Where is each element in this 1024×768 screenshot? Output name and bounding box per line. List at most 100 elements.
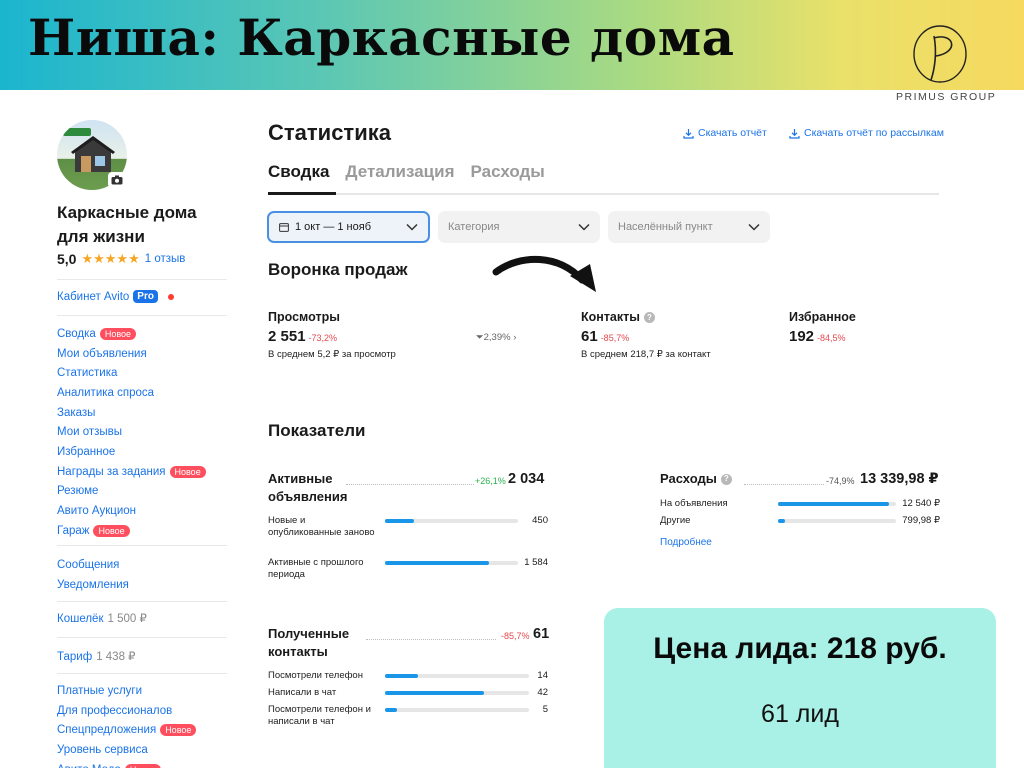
tab-summary[interactable]: Сводка: [268, 162, 329, 182]
contacts-sub: В среднем 218,7 ₽ за контакт: [581, 349, 711, 360]
sidebar-item[interactable]: Мои объявления: [57, 344, 206, 364]
new-badge: Новое: [160, 724, 197, 737]
sidebar-item-label: Заказы: [57, 406, 96, 419]
row-value: 450: [532, 515, 548, 526]
row-label: Активные с прошлого периода: [268, 557, 364, 580]
funnel-views[interactable]: Просмотры 2 551 -73,2% В среднем 5,2 ₽ за…: [268, 310, 396, 360]
contacts-value: 61: [581, 328, 598, 345]
sidebar-item-label: Гараж: [57, 524, 90, 537]
sidebar-item[interactable]: Для профессионалов: [57, 701, 196, 721]
city-select[interactable]: Населённый пункт: [608, 211, 770, 243]
more-link[interactable]: Подробнее: [660, 537, 712, 548]
filter-funnel-icon: ⏷: [476, 332, 484, 343]
progress-fill: [385, 519, 414, 523]
sidebar-item-tariff[interactable]: Тариф 1 438 ₽: [57, 649, 135, 663]
progress-track: [778, 502, 896, 506]
new-badge: Новое: [99, 327, 137, 340]
sidebar-item[interactable]: Заказы: [57, 403, 206, 423]
sidebar-item-label: Платные услуги: [57, 684, 143, 697]
tab-expenses[interactable]: Расходы: [471, 162, 545, 182]
calendar-icon: [279, 223, 289, 232]
download-mailing-link[interactable]: Скачать отчёт по рассылкам: [789, 127, 944, 139]
sidebar-item[interactable]: Сводка Новое: [57, 324, 206, 344]
category-select[interactable]: Категория: [438, 211, 600, 243]
row-label: Другие: [660, 515, 691, 526]
camera-icon[interactable]: [108, 172, 126, 188]
progress-fill: [385, 691, 484, 695]
star-icons: ★★★★★: [81, 251, 140, 266]
divider: [57, 601, 227, 602]
active-listings-delta: +26,1%: [475, 476, 506, 486]
pro-badge: Pro: [133, 290, 158, 303]
funnel-title: Воронка продаж: [268, 260, 408, 279]
sidebar-item[interactable]: Избранное: [57, 442, 206, 462]
expenses-title: Расходы: [660, 471, 717, 486]
sidebar-item[interactable]: Платные услуги: [57, 681, 196, 701]
views-value: 2 551: [268, 328, 306, 345]
row-label: Новые и опубликованные заново: [268, 515, 375, 538]
sidebar-item-label: Сводка: [57, 327, 96, 340]
views-delta: -73,2%: [308, 333, 338, 343]
sidebar-item-label: Уведомления: [57, 578, 129, 591]
chevron-down-icon: [406, 223, 418, 231]
favorites-delta: -84,5%: [817, 333, 846, 343]
sidebar-item[interactable]: Мои отзывы: [57, 422, 206, 442]
sidebar-item[interactable]: Статистика: [57, 363, 206, 383]
sidebar-nav-messages: Сообщения Уведомления: [57, 555, 129, 594]
reviews-link[interactable]: 1 отзыв: [145, 253, 186, 265]
sidebar-item-label: Статистика: [57, 367, 118, 380]
sidebar-item-label: Награды за задания: [57, 465, 166, 478]
rating-value: 5,0: [57, 251, 77, 267]
new-badge: Новое: [124, 763, 162, 768]
tab-bar: Сводка Детализация Расходы: [268, 162, 545, 182]
favorites-label: Избранное: [789, 310, 856, 324]
dotted-leader: [346, 484, 474, 485]
sidebar-item[interactable]: Уровень сервиса: [57, 740, 196, 760]
progress-fill: [778, 519, 785, 523]
info-icon[interactable]: ?: [643, 311, 655, 323]
sidebar-item-wallet[interactable]: Кошелёк 1 500 ₽: [57, 611, 147, 625]
indicators-title: Показатели: [268, 421, 366, 440]
cabinet-link[interactable]: Кабинет Avito Pro: [57, 290, 174, 303]
tariff-value: 1 438 ₽: [96, 651, 136, 663]
row-value: 5: [542, 704, 548, 715]
active-listings-title: Активные объявления: [268, 471, 348, 504]
sidebar-item[interactable]: Уведомления: [57, 575, 129, 595]
sidebar-item[interactable]: Гараж Новое: [57, 521, 206, 541]
date-range-value: 1 окт — 1 нояб: [295, 221, 372, 233]
sidebar-item[interactable]: Резюме: [57, 482, 206, 502]
sidebar-nav-main: Сводка Новое Мои объявления Статистика Анали…: [57, 324, 206, 541]
row-value: 799,98 ₽: [902, 515, 940, 526]
row-value: 42: [537, 687, 548, 698]
info-icon[interactable]: ?: [720, 473, 732, 485]
lead-price-card: Цена лида: 218 руб. 61 лид: [604, 608, 996, 768]
divider: [57, 315, 227, 316]
date-range-select[interactable]: 1 окт — 1 нояб: [267, 211, 430, 243]
page-title: Статистика: [268, 120, 391, 145]
tab-details[interactable]: Детализация: [345, 162, 454, 182]
wallet-label: Кошелёк: [57, 613, 104, 625]
progress-fill: [385, 708, 397, 712]
sidebar-item[interactable]: Авито МодаНовое: [57, 760, 196, 768]
progress-fill: [385, 561, 489, 565]
lead-count: 61 лид: [761, 700, 839, 728]
chevron-right-icon: ›: [513, 332, 517, 343]
new-badge: Новое: [169, 465, 206, 478]
funnel-favorites[interactable]: Избранное 192 -84,5%: [789, 310, 856, 345]
funnel-contacts[interactable]: Контакты? 61 -85,7% В среднем 218,7 ₽ за …: [581, 310, 711, 360]
sidebar-item[interactable]: Награды за задания Новое: [57, 462, 206, 482]
sidebar-item[interactable]: Авито Аукцион: [57, 501, 206, 521]
conversion-indicator[interactable]: ⏷2,39% ›: [476, 332, 516, 343]
download-icon: [789, 128, 800, 139]
category-placeholder: Категория: [448, 221, 500, 233]
sidebar-item-label: Мои отзывы: [57, 426, 123, 439]
sidebar-item[interactable]: Сообщения: [57, 555, 129, 575]
download-report-link[interactable]: Скачать отчёт: [683, 127, 767, 139]
header-banner: Ниша: Каркасные дома: [0, 0, 1024, 90]
wallet-value: 1 500 ₽: [107, 613, 147, 625]
banner-title: Ниша: Каркасные дома: [28, 8, 735, 67]
notification-dot: [167, 293, 174, 300]
sidebar-item[interactable]: Спецпредложения Новое: [57, 720, 197, 740]
sidebar-item[interactable]: Аналитика спроса: [57, 383, 206, 403]
contacts-received-delta: -85,7%: [501, 631, 530, 641]
